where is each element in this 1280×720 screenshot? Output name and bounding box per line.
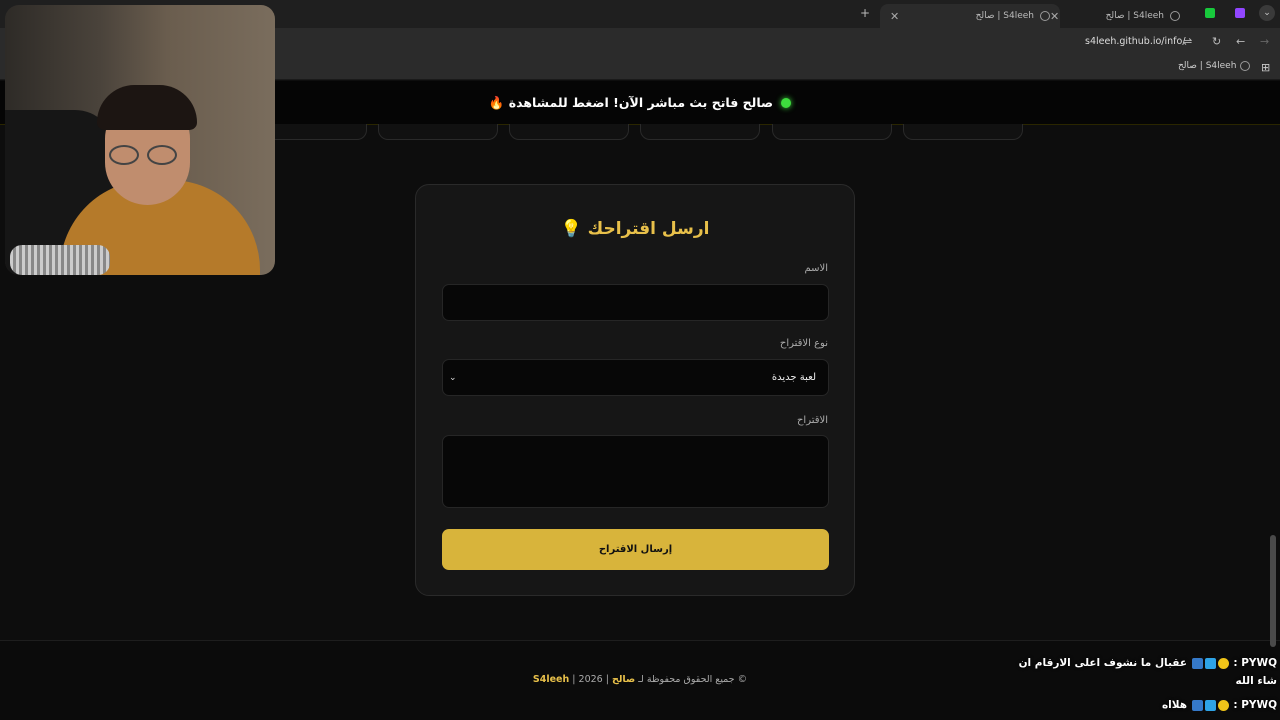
- partial-card: [378, 124, 498, 140]
- webcam-person-hair: [97, 85, 197, 130]
- chat-user: PYWQ: [1241, 699, 1277, 711]
- chat-text: هلااه: [1161, 699, 1188, 711]
- name-label: الاسم: [804, 263, 828, 274]
- chat-message: PYWQ : عقبال ما نشوف اعلى الارقام ان شاء…: [1018, 657, 1277, 687]
- forward-icon[interactable]: →: [1260, 35, 1269, 48]
- apps-grid-icon[interactable]: ⊞: [1261, 61, 1270, 74]
- reload-icon[interactable]: ↻: [1212, 35, 1221, 48]
- tab-active[interactable]: S4leeh | صالح ✕: [880, 4, 1060, 28]
- banner-text: صالح فاتح بث مباشر الآن! اضغط للمشاهدة 🔥: [488, 94, 774, 110]
- badge-icon: [1204, 657, 1216, 669]
- partial-card: [772, 124, 892, 140]
- url-field[interactable]: s4leeh.github.io/info/: [1085, 36, 1186, 47]
- badge-icon: [1191, 699, 1203, 711]
- chevron-down-icon: ⌄: [449, 372, 457, 383]
- chat-text: عقبال ما نشوف اعلى الارقام ان شاء الله: [1018, 657, 1277, 687]
- name-input[interactable]: [442, 284, 829, 321]
- type-select-value: لعبة جديدة: [771, 372, 816, 383]
- footer-prefix: © جميع الحقوق محفوظة لـ: [638, 674, 748, 685]
- bookmark-item[interactable]: S4leeh | صالح: [1178, 61, 1251, 71]
- badge-icon: [1217, 699, 1229, 711]
- new-tab-icon[interactable]: +: [860, 6, 870, 20]
- tab-title: S4leeh | صالح: [975, 11, 1034, 21]
- live-dot-icon: [781, 97, 792, 108]
- badge-icon: [1191, 657, 1203, 669]
- webcam-glasses: [109, 145, 191, 165]
- chat-user: PYWQ: [1241, 657, 1277, 669]
- suggestion-form: ارسل اقتراحك 💡 الاسم نوع الاقتراح لعبة ج…: [415, 184, 855, 596]
- submit-button[interactable]: إرسال الاقتراح: [442, 529, 829, 570]
- page-scrollbar[interactable]: [1270, 535, 1276, 647]
- badge-icon: [1204, 699, 1216, 711]
- type-select[interactable]: لعبة جديدة ⌄: [442, 359, 829, 396]
- partial-card: [509, 124, 629, 140]
- stream-chat-overlay: PYWQ : عقبال ما نشوف اعلى الارقام ان شاء…: [1015, 654, 1277, 714]
- webcam-microphone: [10, 245, 110, 275]
- tab-title: S4leeh | صالح: [1105, 11, 1164, 21]
- close-tab-icon[interactable]: ✕: [890, 10, 899, 23]
- tab-search-chevron-icon[interactable]: ⌄: [1259, 5, 1275, 21]
- chat-message: PYWQ : هلااه: [1161, 699, 1277, 711]
- footer-owner: صالح: [611, 674, 636, 685]
- back-icon[interactable]: ←: [1236, 35, 1245, 48]
- badge-icon: [1217, 657, 1229, 669]
- globe-icon: [1240, 61, 1251, 71]
- footer-year: | 2026 |: [572, 674, 609, 685]
- tab-inactive[interactable]: S4leeh | صالح ✕: [1040, 4, 1190, 28]
- partial-card: [903, 124, 1023, 140]
- form-title: ارسل اقتراحك 💡: [560, 219, 710, 239]
- type-label: نوع الاقتراح: [779, 338, 828, 349]
- suggestion-textarea[interactable]: [442, 435, 829, 508]
- webcam-overlay: [5, 5, 275, 275]
- footer-brand: S4leeh: [532, 674, 570, 685]
- twitch-extension-icon[interactable]: [1235, 8, 1245, 18]
- globe-icon: [1170, 11, 1180, 21]
- bookmark-label: S4leeh | صالح: [1178, 61, 1237, 71]
- kick-extension-icon[interactable]: [1205, 8, 1215, 18]
- suggestion-label: الاقتراح: [796, 415, 828, 426]
- site-settings-icon[interactable]: ⇌: [1183, 35, 1192, 48]
- partial-card: [640, 124, 760, 140]
- close-tab-icon[interactable]: ✕: [1050, 10, 1059, 23]
